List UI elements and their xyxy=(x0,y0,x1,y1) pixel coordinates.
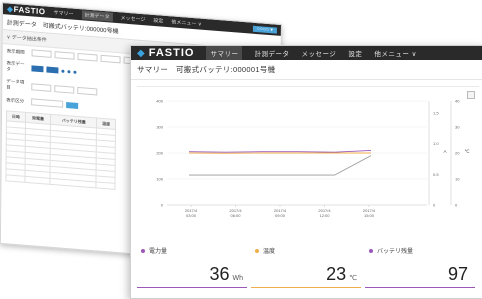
filter-label: 表示期間 xyxy=(7,48,29,56)
y-right-axis-title: ℃ xyxy=(464,149,470,154)
x-tick-label: 06:00 xyxy=(230,213,241,218)
metric-value: 23℃ xyxy=(326,264,357,285)
series-line-2 xyxy=(189,156,371,176)
metric-value: 36Wh xyxy=(209,264,243,285)
table-cell xyxy=(6,175,25,182)
metric-value: 97 xyxy=(448,264,471,285)
item-select[interactable] xyxy=(31,83,51,92)
metric-label: 温度 xyxy=(251,246,365,255)
tab-summary[interactable]: サマリー xyxy=(206,46,242,60)
y-right2-tick-label: 30 xyxy=(455,125,460,130)
back-tab-summary[interactable]: サマリー xyxy=(53,9,73,18)
filter-label: 表示区分 xyxy=(6,97,28,105)
date-select[interactable] xyxy=(32,49,52,58)
summary-window: ◆FASTIO サマリー 計測データ メッセージ 設定 他メニュー ∨ サマリー… xyxy=(130,45,482,299)
line-chart: 40030020010001.51.00.50403020100A℃2017/4… xyxy=(137,87,477,222)
back-tab-message[interactable]: メッセージ xyxy=(120,14,145,23)
tab-data[interactable]: 計測データ xyxy=(254,48,289,58)
bullet-icon xyxy=(255,249,259,253)
category-select[interactable] xyxy=(31,98,63,108)
item-select[interactable] xyxy=(54,85,74,94)
toggle-button[interactable] xyxy=(46,66,58,73)
y-right-tick-label: 0 xyxy=(433,203,436,208)
back-user-menu[interactable]: ○○○○ ▾ xyxy=(253,25,277,33)
metric-power: 電力量 36Wh xyxy=(137,246,251,294)
date-select[interactable] xyxy=(55,51,75,60)
metric-underline xyxy=(365,287,475,288)
apply-button[interactable] xyxy=(66,102,78,109)
y-right2-tick-label: 20 xyxy=(455,151,460,156)
item-select[interactable] xyxy=(77,86,97,95)
metric-label: バッテリ残量 xyxy=(365,246,479,255)
y-right-tick-label: 1.5 xyxy=(433,111,439,116)
metric-underline xyxy=(251,287,361,288)
page-title: サマリー 可搬式バッテリ:000001号機 xyxy=(131,60,482,80)
metric-battery: バッテリ残量 97 xyxy=(365,246,479,294)
y-tick-label: 200 xyxy=(156,151,163,156)
y-right2-tick-label: 40 xyxy=(455,99,460,104)
date-select[interactable] xyxy=(101,55,121,64)
table-cell xyxy=(96,182,115,189)
y-tick-label: 100 xyxy=(156,177,163,182)
y-right2-tick-label: 0 xyxy=(455,203,458,208)
radio-icon[interactable] xyxy=(61,69,64,72)
x-tick-label: 09:00 xyxy=(275,213,286,218)
tab-message[interactable]: メッセージ xyxy=(301,48,336,58)
bullet-icon xyxy=(369,249,373,253)
tab-more[interactable]: 他メニュー ∨ xyxy=(374,48,417,58)
date-select[interactable] xyxy=(78,53,98,62)
back-data-table: 日時 発電量 バッテリ残量 温度 xyxy=(5,110,116,190)
table-cell xyxy=(25,176,51,184)
x-tick-label: 15:00 xyxy=(364,213,375,218)
x-tick-label: 12:00 xyxy=(319,213,330,218)
filter-label: データ項目 xyxy=(6,78,28,92)
filter-label: 表示データ xyxy=(6,60,28,74)
back-tab-settings[interactable]: 設定 xyxy=(153,17,163,25)
toggle-button[interactable] xyxy=(31,65,43,72)
metric-underline xyxy=(137,287,247,288)
y-tick-label: 0 xyxy=(161,203,164,208)
x-tick-label: 03:00 xyxy=(186,213,197,218)
tab-settings[interactable]: 設定 xyxy=(348,48,362,58)
bullet-icon xyxy=(141,249,145,253)
y-right2-tick-label: 10 xyxy=(455,177,460,182)
metric-label: 電力量 xyxy=(137,246,251,255)
y-right-tick-label: 0.5 xyxy=(433,172,439,177)
y-tick-label: 300 xyxy=(156,125,163,130)
logo-diamond-icon: ◆ xyxy=(137,48,146,59)
y-tick-label: 400 xyxy=(156,99,163,104)
radio-icon[interactable] xyxy=(67,70,70,73)
metrics-row: 電力量 36Wh 温度 23℃ バッテリ残量 97 xyxy=(137,246,479,294)
metric-temperature: 温度 23℃ xyxy=(251,246,365,294)
y-right-axis-title: A xyxy=(443,149,446,154)
logo: ◆FASTIO xyxy=(137,47,194,59)
navbar: ◆FASTIO サマリー 計測データ メッセージ 設定 他メニュー ∨ xyxy=(131,46,482,60)
y-right-tick-label: 1.0 xyxy=(433,141,439,146)
series-line-0 xyxy=(189,150,371,152)
chart-panel: 40030020010001.51.00.50403020100A℃2017/4… xyxy=(137,86,479,222)
radio-icon[interactable] xyxy=(73,70,76,73)
back-tab-more[interactable]: 他メニュー ∨ xyxy=(171,18,201,27)
